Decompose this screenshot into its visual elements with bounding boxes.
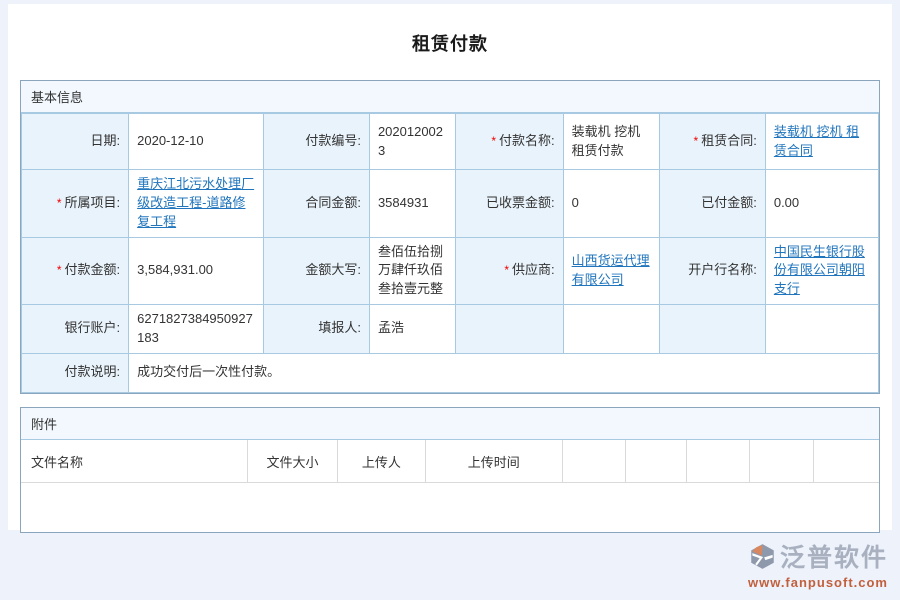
field-value-paid-amount: 0.00 [765, 170, 878, 238]
column-header-file-name: 文件名称 [21, 440, 248, 483]
field-value-project: 重庆江北污水处理厂级改造工程-道路修复工程 [129, 170, 264, 238]
supplier-link[interactable]: 山西货运代理有限公司 [572, 253, 650, 287]
attachments-section: 附件 文件名称 文件大小 上传人 上传时间 [20, 407, 880, 534]
table-row: *所属项目: 重庆江北污水处理厂级改造工程-道路修复工程 合同金额: 35849… [22, 170, 879, 238]
lease-contract-link[interactable]: 装载机 挖机 租赁合同 [774, 124, 859, 158]
field-value-bank-name: 中国民生银行股份有限公司朝阳支行 [765, 237, 878, 305]
field-label-paid-amount: 已付金额: [660, 170, 765, 238]
table-row: 日期: 2020-12-10 付款编号: 2020120023 *付款名称: 装… [22, 114, 879, 170]
column-header-empty [687, 440, 750, 483]
field-value-date: 2020-12-10 [129, 114, 264, 170]
field-label-payment-amount: *付款金额: [22, 237, 129, 305]
field-label-amount-in-words: 金额大写: [263, 237, 369, 305]
table-row: 银行账户: 6271827384950927183 填报人: 孟浩 [22, 305, 879, 354]
field-value-lease-contract: 装载机 挖机 租赁合同 [765, 114, 878, 170]
empty-value-cell [563, 305, 660, 354]
table-row: 付款说明: 成功交付后一次性付款。 [22, 353, 879, 392]
footer-brand: 泛普软件 www.fanpusoft.com [748, 538, 888, 590]
page-title: 租赁付款 [8, 4, 892, 80]
empty-value-cell [765, 305, 878, 354]
basic-info-section-title: 基本信息 [21, 81, 879, 113]
field-value-supplier: 山西货运代理有限公司 [563, 237, 660, 305]
field-value-preparer: 孟浩 [369, 305, 456, 354]
column-header-empty [749, 440, 813, 483]
field-label-project: *所属项目: [22, 170, 129, 238]
required-mark: * [57, 196, 62, 210]
project-link[interactable]: 重庆江北污水处理厂级改造工程-道路修复工程 [137, 176, 254, 229]
field-label-pay-name: *付款名称: [456, 114, 563, 170]
required-mark: * [491, 134, 496, 148]
fanpu-logo-icon [749, 543, 776, 570]
field-value-bank-account: 6271827384950927183 [129, 305, 264, 354]
required-mark: * [57, 263, 62, 277]
empty-label-cell [456, 305, 563, 354]
attachments-empty-area [21, 483, 879, 532]
bank-name-link[interactable]: 中国民生银行股份有限公司朝阳支行 [774, 244, 865, 297]
column-header-empty [625, 440, 687, 483]
brand-website: www.fanpusoft.com [748, 575, 888, 590]
attachments-table: 文件名称 文件大小 上传人 上传时间 [21, 440, 879, 484]
column-header-empty [562, 440, 625, 483]
basic-info-section: 基本信息 日期: 2020-12-10 付款编号: 2020120023 *付款… [20, 80, 880, 394]
required-mark: * [504, 263, 509, 277]
field-value-amount-in-words: 叁佰伍拾捌万肆仟玖佰叁拾壹元整 [369, 237, 456, 305]
field-value-pay-no: 2020120023 [369, 114, 456, 170]
field-label-supplier: *供应商: [456, 237, 563, 305]
field-value-invoiced-amount: 0 [563, 170, 660, 238]
table-row: *付款金额: 3,584,931.00 金额大写: 叁佰伍拾捌万肆仟玖佰叁拾壹元… [22, 237, 879, 305]
column-header-empty [814, 440, 879, 483]
required-mark: * [694, 134, 699, 148]
attachments-header-row: 文件名称 文件大小 上传人 上传时间 [21, 440, 879, 483]
field-label-payment-note: 付款说明: [22, 353, 129, 392]
attachments-section-title: 附件 [21, 408, 879, 440]
column-header-upload-time: 上传时间 [425, 440, 562, 483]
field-value-payment-note: 成功交付后一次性付款。 [129, 353, 879, 392]
field-label-bank-name: 开户行名称: [660, 237, 765, 305]
field-label-date: 日期: [22, 114, 129, 170]
brand-name: 泛普软件 [780, 538, 888, 574]
basic-info-table: 日期: 2020-12-10 付款编号: 2020120023 *付款名称: 装… [21, 113, 879, 393]
field-label-preparer: 填报人: [263, 305, 369, 354]
field-label-pay-no: 付款编号: [263, 114, 369, 170]
field-value-payment-amount: 3,584,931.00 [129, 237, 264, 305]
field-label-contract-amount: 合同金额: [263, 170, 369, 238]
field-label-bank-account: 银行账户: [22, 305, 129, 354]
empty-label-cell [660, 305, 765, 354]
column-header-uploader: 上传人 [338, 440, 426, 483]
field-value-pay-name: 装载机 挖机 租赁付款 [563, 114, 660, 170]
field-label-lease-contract: *租赁合同: [660, 114, 765, 170]
field-label-invoiced-amount: 已收票金额: [456, 170, 563, 238]
column-header-file-size: 文件大小 [248, 440, 338, 483]
field-value-contract-amount: 3584931 [369, 170, 456, 238]
main-panel: 租赁付款 基本信息 日期: 2020-12-10 付款编号: 202012002… [8, 4, 892, 530]
